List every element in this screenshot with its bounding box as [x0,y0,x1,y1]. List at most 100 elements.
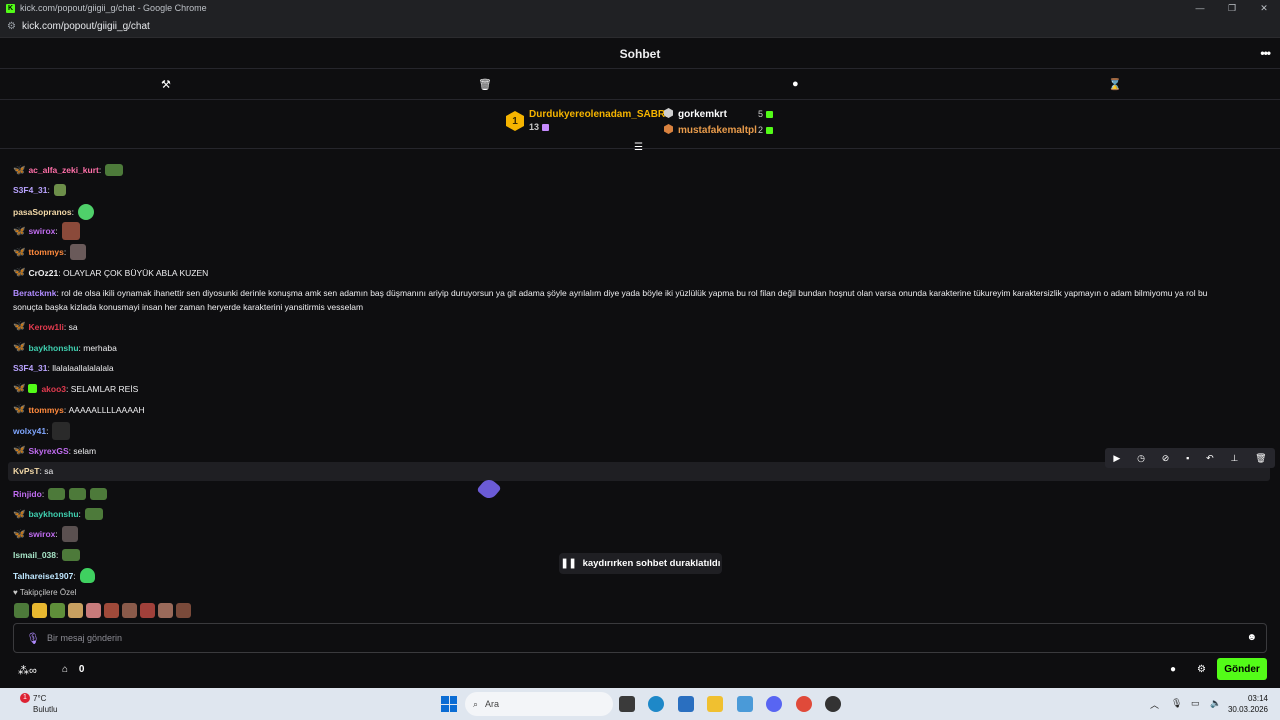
chrome-icon[interactable] [796,696,812,712]
face-emote-icon[interactable] [104,603,119,618]
chat-username[interactable]: Rinjido [13,489,42,499]
mod-hammer-icon[interactable]: ⚒ [161,78,171,91]
more-options-icon[interactable]: ••• [1260,46,1271,60]
chat-username[interactable]: ttommys [28,247,63,257]
dance-emote-icon[interactable] [68,603,83,618]
microphone-icon[interactable]: 🎙 [26,632,40,645]
store-app-icon[interactable] [678,696,694,712]
chat-username[interactable]: swirox [28,226,55,236]
chat-username[interactable]: CrOz21 [28,268,58,278]
volume-icon[interactable]: 🔈 [1210,698,1221,709]
chat-message[interactable]: 🦋 baykhonshu: [13,508,103,520]
address-bar[interactable]: ⚙ kick.com/popout/giigii_g/chat [0,16,1280,38]
chat-bubble-icon[interactable]: ● [1170,664,1176,675]
close-icon[interactable]: ✕ [1248,0,1280,16]
chat-username[interactable]: Talhareise1907 [13,571,73,581]
chat-message[interactable]: S3F4_31: llalalaallalalalala [13,363,114,373]
face-emote-icon[interactable] [176,603,191,618]
pin-icon[interactable]: ⊥ [1230,453,1238,464]
chat-username[interactable]: wolxy41 [13,426,46,436]
taskbar-search[interactable]: ⌕ Ara [465,692,613,716]
infinity-points-icon[interactable]: ⁂∞ [18,664,37,677]
chat-message[interactable]: 🦋 baykhonshu: merhaba [13,342,117,353]
frog-emote-icon [53,184,66,196]
task-view-icon[interactable] [619,696,635,712]
settings-app-icon[interactable] [737,696,753,712]
chat-message-text: AAAAALLLLAAAAH [68,404,145,415]
emoji-picker-icon[interactable]: ☻ [1246,632,1257,643]
chat-message[interactable]: 🦋 swirox: [13,526,78,542]
send-button[interactable]: Gönder [1217,658,1267,680]
chat-paused-notice[interactable]: ❚❚ kaydırırken sohbet duraklatıldı [559,553,722,574]
leader-first[interactable]: Durdukyereolenadam_SABRI 13 [529,109,668,133]
face-emote-icon[interactable] [86,603,101,618]
chat-message[interactable]: 🦋 CrOz21: OLAYLAR ÇOK BÜYÜK ABLA KUZEN [13,267,208,278]
frog-emote-icon[interactable] [14,603,29,618]
chat-username[interactable]: Ismail_038 [13,550,56,560]
chat-username[interactable]: baykhonshu [28,343,78,353]
trash-icon[interactable]: 🗑 [478,78,492,91]
chat-username[interactable]: Beratckmk [13,288,56,298]
chat-message[interactable]: 🦋 ttommys: [13,244,87,260]
microphone-tray-icon[interactable]: 🎙 [1171,698,1182,709]
chat-username[interactable]: baykhonshu [28,509,78,519]
face-emote-icon[interactable] [158,603,173,618]
settings-gear-icon[interactable]: ⚙ [1197,664,1206,675]
tray-chevron-icon[interactable]: ︿ [1150,698,1159,711]
frog-emote-icon[interactable] [50,603,65,618]
chat-username[interactable]: SkyrexGS [28,446,68,456]
chat-username[interactable]: S3F4_31 [13,363,48,373]
system-clock[interactable]: 03:14 30.03.2026 [1228,693,1268,715]
store-button[interactable]: ⌂ 0 [62,664,84,675]
chat-message[interactable]: 🦋 ttommys: AAAAALLLLAAAAH [13,404,145,415]
leader-second-count-wrap: 5 [758,109,774,119]
chat-username[interactable]: S3F4_31 [13,185,48,195]
chat-message[interactable]: 🦋 ac_alfa_zeki_kurt: [13,164,124,176]
chat-message[interactable]: 🦋 Kerow1li: sa [13,321,78,332]
chat-message[interactable]: 🦋 akoo3: SELAMLAR REİS [13,383,138,394]
browser-titlebar: K kick.com/popout/giigii_g/chat - Google… [0,0,1280,16]
chat-message[interactable]: Ismail_038: [13,549,81,561]
face-emote-icon[interactable] [140,603,155,618]
minimize-icon[interactable]: — [1184,0,1216,16]
message-input[interactable] [47,630,1227,646]
mod-toolbar: ⚒ 🗑 ● ⌛ [0,70,1280,100]
network-icon[interactable]: ▭ [1191,698,1200,709]
ban-icon[interactable]: ⊘ [1162,453,1170,464]
chat-bubble-icon[interactable]: ● [792,78,799,90]
chat-message[interactable]: S3F4_31: [13,184,66,196]
site-settings-icon[interactable]: ⚙ [7,21,16,32]
chat-message[interactable]: pasaSopranos: [13,204,94,220]
leader-second[interactable]: gorkemkrt [664,108,727,120]
file-explorer-icon[interactable] [707,696,723,712]
chat-message[interactable]: Talhareise1907: [13,568,95,583]
chat-message[interactable]: wolxy41: [13,422,71,440]
chat-username[interactable]: swirox [28,529,55,539]
chat-username[interactable]: ac_alfa_zeki_kurt [28,165,98,175]
leader-third[interactable]: mustafakemaltpl [664,124,757,136]
maximize-icon[interactable]: ❐ [1216,0,1248,16]
chat-message[interactable]: Beratckmk: rol de olsa ikili oynamak iha… [13,286,1228,314]
chat-message[interactable]: 🦋 SkyrexGS: selam [13,445,96,456]
chat-message[interactable]: 🦋 swirox: [13,222,80,240]
copy-icon[interactable]: ▪ [1186,453,1189,463]
discord-icon[interactable] [766,696,782,712]
collapse-leaderboard-icon[interactable]: ☰ [634,142,643,153]
chat-message[interactable]: Rinjido: [13,488,108,500]
edge-browser-icon[interactable] [648,696,664,712]
windows-start-icon[interactable] [441,696,457,712]
obs-icon[interactable] [825,696,841,712]
chat-username[interactable]: pasaSopranos [13,207,72,217]
undo-icon[interactable]: ↶ [1206,453,1214,464]
chat-username[interactable]: KvPsT [13,466,39,476]
chat-username[interactable]: Kerow1li [28,322,63,332]
delete-icon[interactable]: 🗑 [1255,453,1266,464]
cat-emote-icon[interactable] [32,603,47,618]
chat-username[interactable]: akoo3 [41,384,66,394]
chat-username[interactable]: ttommys [28,405,63,415]
hourglass-icon[interactable]: ⌛ [1108,78,1122,91]
play-icon[interactable]: ▶ [1113,453,1120,464]
face-emote-icon[interactable] [122,603,137,618]
timeout-clock-icon[interactable]: ◷ [1137,453,1145,464]
chat-message[interactable]: KvPsT: sa [13,466,53,476]
